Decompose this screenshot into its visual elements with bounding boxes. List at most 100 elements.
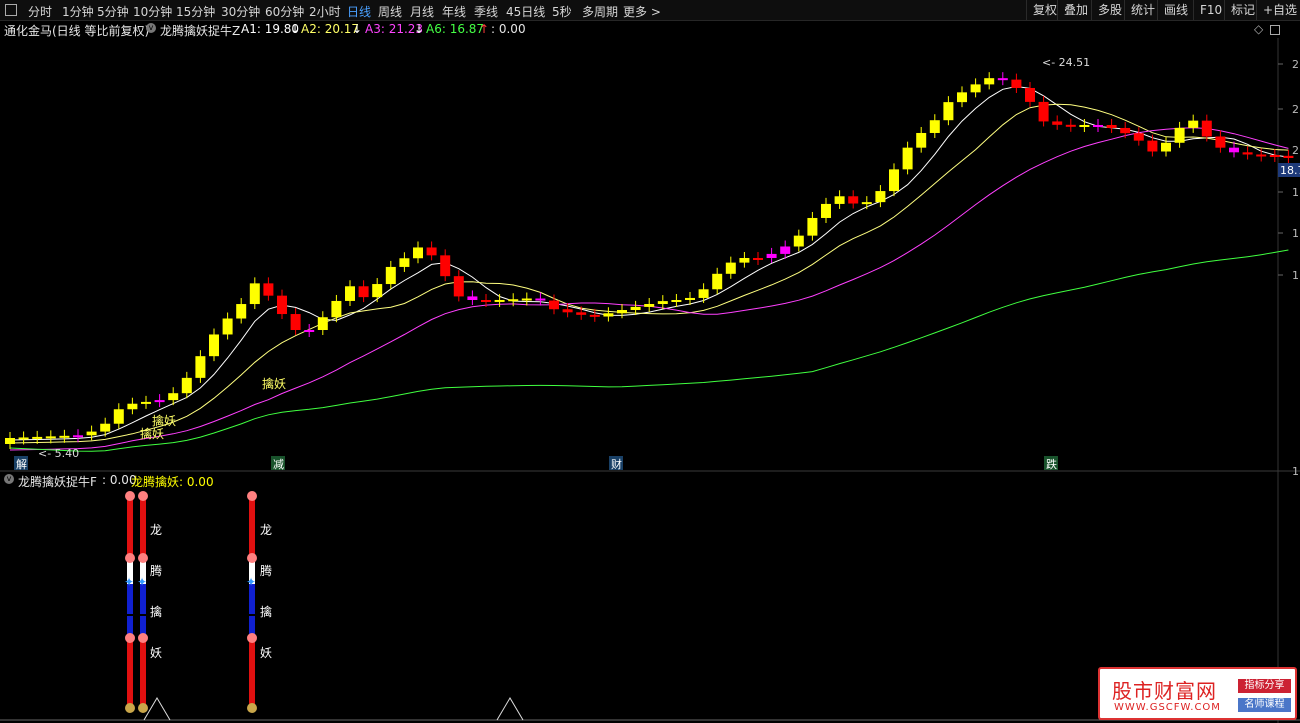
- panel-box-icon[interactable]: [1270, 25, 1280, 35]
- period-tab-1[interactable]: 1分钟: [62, 3, 94, 20]
- period-tab-0[interactable]: 分时: [28, 3, 52, 20]
- candle-body: [780, 246, 791, 254]
- triangle-marker-1: [496, 697, 524, 721]
- period-tab-5[interactable]: 30分钟: [221, 3, 260, 20]
- candle-body: [1242, 152, 1253, 155]
- a6-arrow: ↑: [479, 22, 490, 36]
- candle-body: [100, 423, 111, 432]
- period-tab-9[interactable]: 周线: [378, 3, 402, 20]
- gem-icon: [247, 491, 257, 501]
- candle-body: [331, 300, 342, 318]
- candle-body: [644, 304, 655, 307]
- candle-body: [984, 78, 995, 85]
- candle-body: [1201, 120, 1212, 137]
- period-tab-15[interactable]: 多周期: [582, 3, 618, 20]
- candle-body: [739, 258, 750, 263]
- window-icon[interactable]: [5, 4, 17, 16]
- toolbar-button-7[interactable]: +自选: [1256, 0, 1297, 20]
- candle-body: [685, 297, 695, 300]
- sub-glyph-a-0: 龙: [150, 523, 162, 537]
- period-tab-2[interactable]: 5分钟: [97, 3, 129, 20]
- butterfly-icon: ✦: [124, 575, 134, 589]
- period-tab-6[interactable]: 60分钟: [265, 3, 304, 20]
- candle-body: [997, 78, 1008, 81]
- sub-series-label: 龙腾擒妖: 0.00: [131, 475, 214, 489]
- candle-body: [1093, 125, 1103, 127]
- period-tab-14[interactable]: 5秒: [552, 3, 572, 20]
- candle-body: [576, 312, 587, 315]
- candle-body: [263, 283, 274, 296]
- gem-icon: [138, 491, 148, 501]
- diamond-icon[interactable]: ◇: [1254, 22, 1263, 36]
- period-tab-10[interactable]: 月线: [410, 3, 434, 20]
- a3-arrow: ↓: [414, 22, 425, 36]
- current-price-label: 18.7: [1280, 164, 1300, 177]
- ma5-line: [9, 85, 1289, 441]
- watermark-url: WWW.GSCFW.COM: [1114, 702, 1221, 713]
- candle-body: [1011, 79, 1022, 88]
- period-tab-12[interactable]: 季线: [474, 3, 498, 20]
- indicator-name[interactable]: 龙腾擒妖捉牛Z: [160, 22, 240, 39]
- candle-body: [453, 276, 464, 297]
- candle-body: [970, 84, 981, 93]
- coin-icon: [247, 703, 257, 713]
- sub-glyph-a-2: 擒: [150, 604, 162, 619]
- candle-body: [793, 235, 804, 247]
- candle-body: [1065, 124, 1076, 127]
- candle-body: [304, 330, 315, 332]
- toolbar-button-5[interactable]: F10: [1193, 0, 1222, 20]
- toolbar-button-3[interactable]: 统计: [1124, 0, 1155, 20]
- candle-body: [1215, 136, 1226, 148]
- sub-glyph-b-0: 龙: [260, 523, 272, 537]
- toolbar-button-2[interactable]: 多股: [1091, 0, 1122, 20]
- period-toolbar: 分时 1分钟 5分钟 10分钟 15分钟 30分钟 60分钟 2小时 日线 周线 月线 年线 季线 45日…: [0, 0, 1300, 21]
- candle-body: [957, 92, 967, 103]
- candle-body: [222, 318, 233, 335]
- signal-label-0: 擒妖: [262, 376, 286, 391]
- candle-body: [861, 202, 872, 205]
- y-tick-label: 2: [1292, 144, 1299, 157]
- candle-body: [848, 196, 859, 204]
- candle-body: [549, 300, 559, 310]
- y-tick-label: 2: [1292, 58, 1299, 71]
- sub-indicator-name[interactable]: 龙腾擒妖捉牛F: [18, 473, 97, 490]
- toolbar-button-4[interactable]: 画线: [1157, 0, 1188, 20]
- gem-icon: [125, 553, 135, 563]
- period-tab-13[interactable]: 45日线: [506, 3, 545, 20]
- gem-icon: [247, 633, 257, 643]
- candle-body: [1120, 127, 1131, 134]
- candle-body: [59, 435, 70, 438]
- signal-bar-red-1: [140, 496, 146, 556]
- candle-body: [1256, 154, 1267, 157]
- kline-chart[interactable]: 2221111<- 24.51<- 5.4018.7擒妖擒妖擒妖解减财跌✦✦✦龙…: [0, 38, 1300, 723]
- watermark-badge-share: 指标分享: [1238, 679, 1291, 693]
- candle-body: [630, 306, 641, 311]
- candle-body: [562, 309, 573, 313]
- candle-body: [712, 273, 723, 290]
- a2-arrow: ↓: [352, 22, 363, 36]
- period-tab-7[interactable]: 2小时: [309, 3, 341, 20]
- candle-body: [1133, 133, 1144, 141]
- candle-body: [440, 255, 451, 277]
- period-tab-11[interactable]: 年线: [442, 3, 466, 20]
- toolbar-button-1[interactable]: 叠加: [1057, 0, 1088, 20]
- period-tab-4[interactable]: 15分钟: [176, 3, 215, 20]
- candle-body: [698, 289, 709, 298]
- period-tab-3[interactable]: 10分钟: [133, 3, 172, 20]
- sub-glyph-b-3: 妖: [260, 646, 272, 660]
- period-tab-16[interactable]: 更多 >: [623, 3, 661, 20]
- toolbar-button-6[interactable]: 标记: [1224, 0, 1255, 20]
- candle-body: [521, 298, 532, 301]
- candle-body: [1106, 125, 1117, 128]
- butterfly-icon: ✦: [137, 575, 147, 589]
- coin-icon: [138, 703, 148, 713]
- date-marker-3: 跌: [1046, 457, 1057, 471]
- high-price-label: <- 24.51: [1042, 56, 1090, 69]
- signal-bar-red2-0: [127, 638, 133, 708]
- butterfly-icon: ✦: [246, 575, 256, 589]
- period-tab-8[interactable]: 日线: [347, 3, 371, 20]
- candle-body: [943, 102, 954, 121]
- candle-body: [358, 286, 369, 298]
- toolbar-button-0[interactable]: 复权: [1026, 0, 1057, 20]
- candle-body: [508, 299, 519, 302]
